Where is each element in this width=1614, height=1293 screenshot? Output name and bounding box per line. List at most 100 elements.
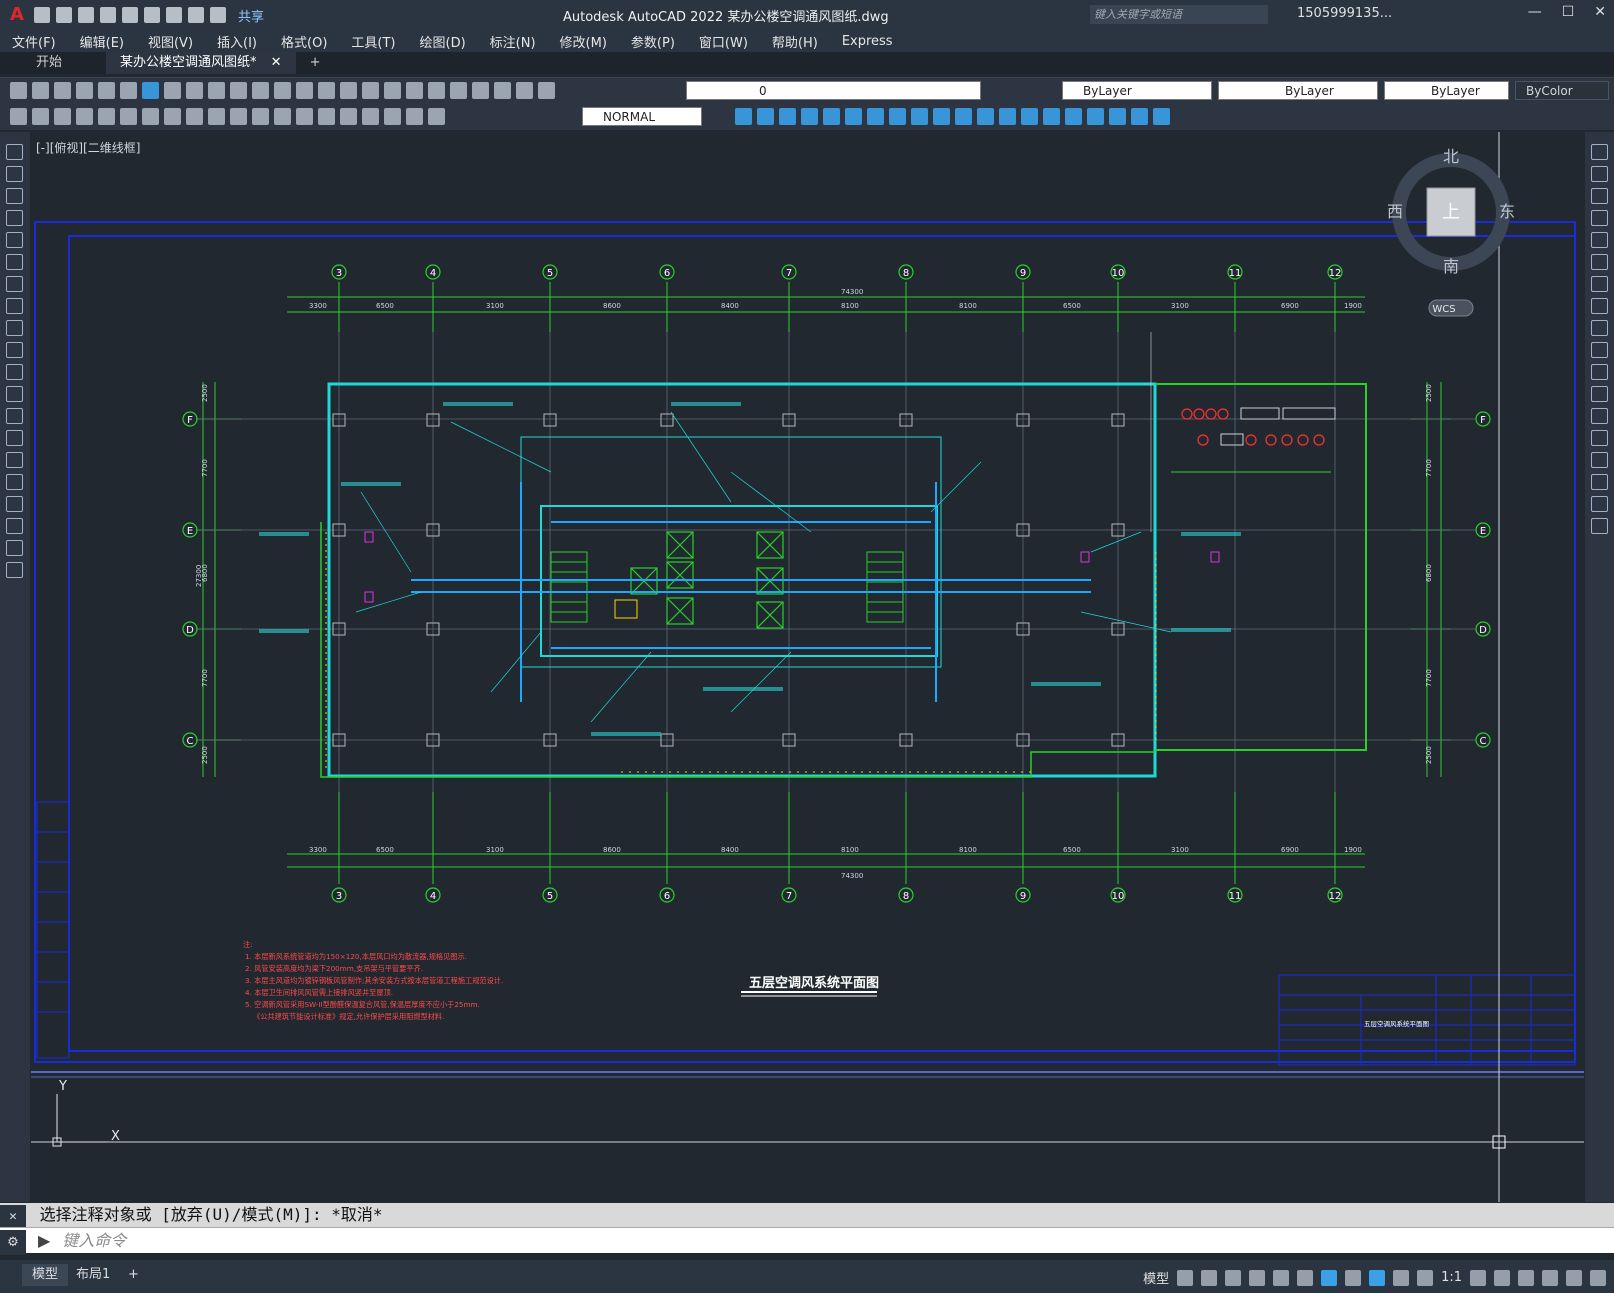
- command-input[interactable]: 键入命令: [62, 1231, 126, 1250]
- workspace-gear-icon[interactable]: [1470, 1269, 1486, 1286]
- color-dropdown[interactable]: ByLayer: [1062, 81, 1212, 100]
- menu-window[interactable]: 窗口(W): [687, 32, 760, 51]
- menu-draw[interactable]: 绘图(D): [408, 32, 478, 51]
- dim-linear-icon[interactable]: [10, 108, 27, 125]
- move-icon[interactable]: [823, 108, 840, 125]
- ortho-icon[interactable]: [1225, 1269, 1242, 1286]
- customization-menu-icon[interactable]: [1590, 1269, 1606, 1286]
- side-move-icon[interactable]: [1591, 254, 1608, 270]
- auto-scale-icon[interactable]: [1393, 1269, 1410, 1286]
- layer-dropdown[interactable]: 0: [686, 81, 981, 100]
- user-account[interactable]: 1505999135...: [1297, 6, 1392, 21]
- array-icon[interactable]: [801, 108, 818, 125]
- dim-angular-icon[interactable]: [164, 108, 181, 125]
- dim-radius-icon[interactable]: [98, 108, 115, 125]
- line-icon[interactable]: [6, 144, 23, 160]
- isolate-objects-icon[interactable]: [1518, 1269, 1534, 1286]
- open-web-icon[interactable]: [122, 7, 138, 23]
- wcs-menu[interactable]: WCS: [1432, 304, 1455, 315]
- add-layout-button[interactable]: +: [118, 1264, 149, 1286]
- center-mark-icon[interactable]: [318, 108, 335, 125]
- preview-icon[interactable]: [98, 82, 115, 99]
- hatch-icon[interactable]: [6, 452, 23, 468]
- snap-icon[interactable]: [1201, 1269, 1218, 1286]
- 3dprint-icon[interactable]: [142, 82, 159, 99]
- dim-ordinate-icon[interactable]: [76, 108, 93, 125]
- sheet-set-icon[interactable]: [450, 82, 467, 99]
- jogged-linear-icon[interactable]: [362, 108, 379, 125]
- scale-icon[interactable]: [867, 108, 884, 125]
- inspection-icon[interactable]: [340, 108, 357, 125]
- break-point-icon[interactable]: [1591, 386, 1608, 402]
- rectangle-icon[interactable]: [6, 232, 23, 248]
- viewcube-top-face[interactable]: 上: [1442, 202, 1460, 223]
- menu-modify[interactable]: 修改(M): [548, 32, 619, 51]
- minimize-icon[interactable]: —: [1528, 4, 1542, 20]
- dim-arc-icon[interactable]: [54, 108, 71, 125]
- command-line[interactable]: ⚙ ▶ 键入命令: [0, 1227, 1614, 1255]
- tab-layout1[interactable]: 布局1: [66, 1264, 120, 1286]
- dim-aligned-icon[interactable]: [32, 108, 49, 125]
- hardware-acceleration-icon[interactable]: [1542, 1269, 1558, 1286]
- region-icon[interactable]: [6, 496, 23, 512]
- erase-icon[interactable]: [1591, 144, 1608, 160]
- object-snap-tracking-icon[interactable]: [1297, 1269, 1314, 1286]
- close-icon[interactable]: ✕: [1594, 4, 1606, 20]
- zoom-window-icon[interactable]: [340, 82, 357, 99]
- save-as-icon[interactable]: [100, 7, 116, 23]
- draworder-icon[interactable]: [1065, 108, 1082, 125]
- gradient-icon[interactable]: [6, 474, 23, 490]
- trim-icon[interactable]: [911, 108, 928, 125]
- open-icon[interactable]: [32, 82, 49, 99]
- lineweight-dropdown[interactable]: ByLayer: [1384, 81, 1509, 100]
- chamfer-icon[interactable]: [999, 108, 1016, 125]
- copy-obj-icon[interactable]: [735, 108, 752, 125]
- properties-icon[interactable]: [384, 82, 401, 99]
- menu-file[interactable]: 文件(F): [0, 32, 68, 51]
- undo-icon[interactable]: [188, 7, 204, 23]
- pan-icon[interactable]: [296, 82, 313, 99]
- ungroup-icon[interactable]: [1109, 108, 1126, 125]
- dim-break-icon[interactable]: [274, 108, 291, 125]
- block-icon[interactable]: [1131, 108, 1148, 125]
- isodraft-icon[interactable]: [1273, 1269, 1290, 1286]
- dim-text-edit-icon[interactable]: [406, 108, 423, 125]
- side-scale-icon[interactable]: [1591, 298, 1608, 314]
- extend-icon[interactable]: [933, 108, 950, 125]
- grid-icon[interactable]: [1177, 1269, 1194, 1286]
- annotation-scale-icon[interactable]: [1417, 1269, 1434, 1286]
- text-style-dropdown[interactable]: NORMAL: [582, 107, 702, 126]
- cmd-prompt-icon[interactable]: ▶: [31, 1228, 57, 1254]
- explode-icon[interactable]: [1043, 108, 1060, 125]
- customize-cmd-icon[interactable]: ⚙: [0, 1230, 26, 1255]
- save-icon[interactable]: [78, 7, 94, 23]
- polar-icon[interactable]: [1249, 1269, 1266, 1286]
- new-tab-icon[interactable]: +: [296, 52, 335, 74]
- side-trim-icon[interactable]: [1591, 342, 1608, 358]
- add-selected-icon[interactable]: [6, 562, 23, 578]
- save-web-icon[interactable]: [144, 7, 160, 23]
- matchprop-icon[interactable]: [230, 82, 247, 99]
- menu-parametric[interactable]: 参数(P): [619, 32, 687, 51]
- object-snap-icon[interactable]: [1321, 1269, 1338, 1286]
- polyline-icon[interactable]: [6, 188, 23, 204]
- side-rotate-icon[interactable]: [1591, 276, 1608, 292]
- polygon-icon[interactable]: [6, 210, 23, 226]
- break-icon[interactable]: [955, 108, 972, 125]
- open-file-icon[interactable]: [56, 7, 72, 23]
- save-tool-icon[interactable]: [54, 82, 71, 99]
- side-copy-icon[interactable]: [1591, 166, 1608, 182]
- tool-palettes-icon[interactable]: [428, 82, 445, 99]
- side-stretch-icon[interactable]: [1591, 320, 1608, 336]
- clean-screen-icon[interactable]: [1566, 1269, 1582, 1286]
- plotstyle-dropdown[interactable]: ByColor: [1515, 81, 1609, 100]
- menu-dimension[interactable]: 标注(N): [478, 32, 548, 51]
- lineweight-icon[interactable]: [1345, 1269, 1362, 1286]
- viewcube-east[interactable]: 东: [1499, 202, 1515, 221]
- viewcube-north[interactable]: 北: [1443, 147, 1459, 166]
- search-input[interactable]: 键入关键字或短语: [1090, 5, 1268, 24]
- dim-baseline-icon[interactable]: [208, 108, 225, 125]
- maximize-icon[interactable]: ☐: [1562, 4, 1575, 20]
- menu-tools[interactable]: 工具(T): [339, 32, 407, 51]
- publish-icon[interactable]: [120, 82, 137, 99]
